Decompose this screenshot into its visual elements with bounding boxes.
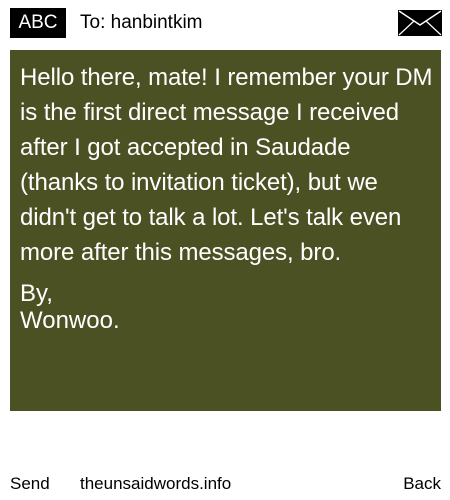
send-button[interactable]: Send [10, 472, 50, 496]
input-mode-badge: ABC [10, 8, 66, 38]
message-signoff: By, Wonwoo. [20, 280, 433, 334]
site-credit: theunsaidwords.info [80, 474, 232, 493]
back-button[interactable]: Back [403, 472, 441, 496]
signoff-label: By, [20, 280, 53, 307]
softkey-bar: Send theunsaidwords.info Back [0, 472, 450, 496]
envelope-icon[interactable] [398, 10, 442, 36]
signature: Wonwoo. [20, 307, 120, 334]
header-bar: ABC To: hanbintkim [0, 0, 450, 46]
recipient-line: To: hanbintkim [80, 12, 203, 33]
message-body: Hello there, mate! I remember your DM is… [20, 64, 433, 266]
message-box: Hello there, mate! I remember your DM is… [10, 50, 441, 411]
